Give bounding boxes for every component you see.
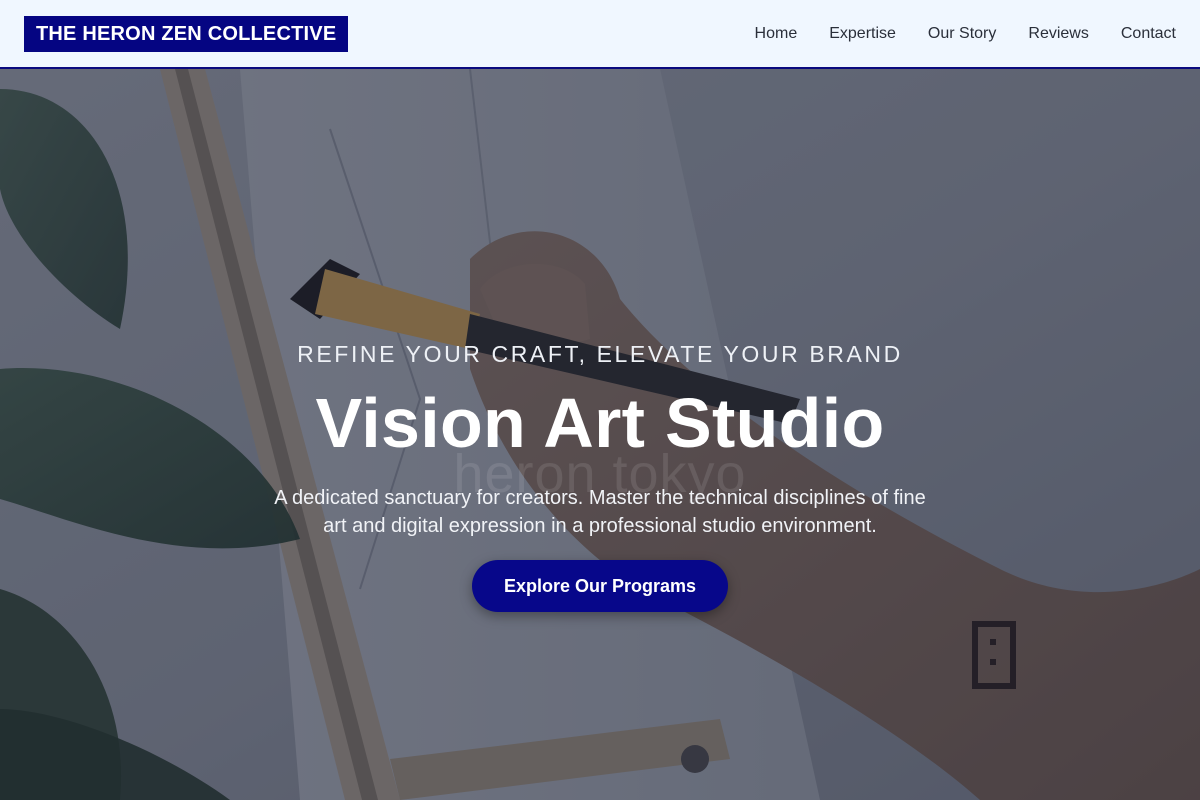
hero-description: A dedicated sanctuary for creators. Mast… [274, 487, 926, 537]
nav-link-expertise[interactable]: Expertise [829, 25, 896, 43]
hero-title: Vision Art Studio [315, 384, 885, 462]
hero-content: REFINE YOUR CRAFT, ELEVATE YOUR BRAND he… [0, 69, 1200, 800]
explore-programs-button[interactable]: Explore Our Programs [472, 560, 728, 612]
hero-section: REFINE YOUR CRAFT, ELEVATE YOUR BRAND he… [0, 69, 1200, 800]
nav-link-home[interactable]: Home [755, 25, 798, 43]
nav-link-contact[interactable]: Contact [1121, 25, 1176, 43]
main-nav: Home Expertise Our Story Reviews Contact [755, 25, 1176, 43]
hero-kicker: REFINE YOUR CRAFT, ELEVATE YOUR BRAND [297, 341, 903, 367]
site-logo[interactable]: THE HERON ZEN COLLECTIVE [24, 15, 349, 52]
nav-link-our-story[interactable]: Our Story [928, 25, 996, 43]
site-header: THE HERON ZEN COLLECTIVE Home Expertise … [0, 0, 1200, 69]
nav-link-reviews[interactable]: Reviews [1028, 25, 1088, 43]
